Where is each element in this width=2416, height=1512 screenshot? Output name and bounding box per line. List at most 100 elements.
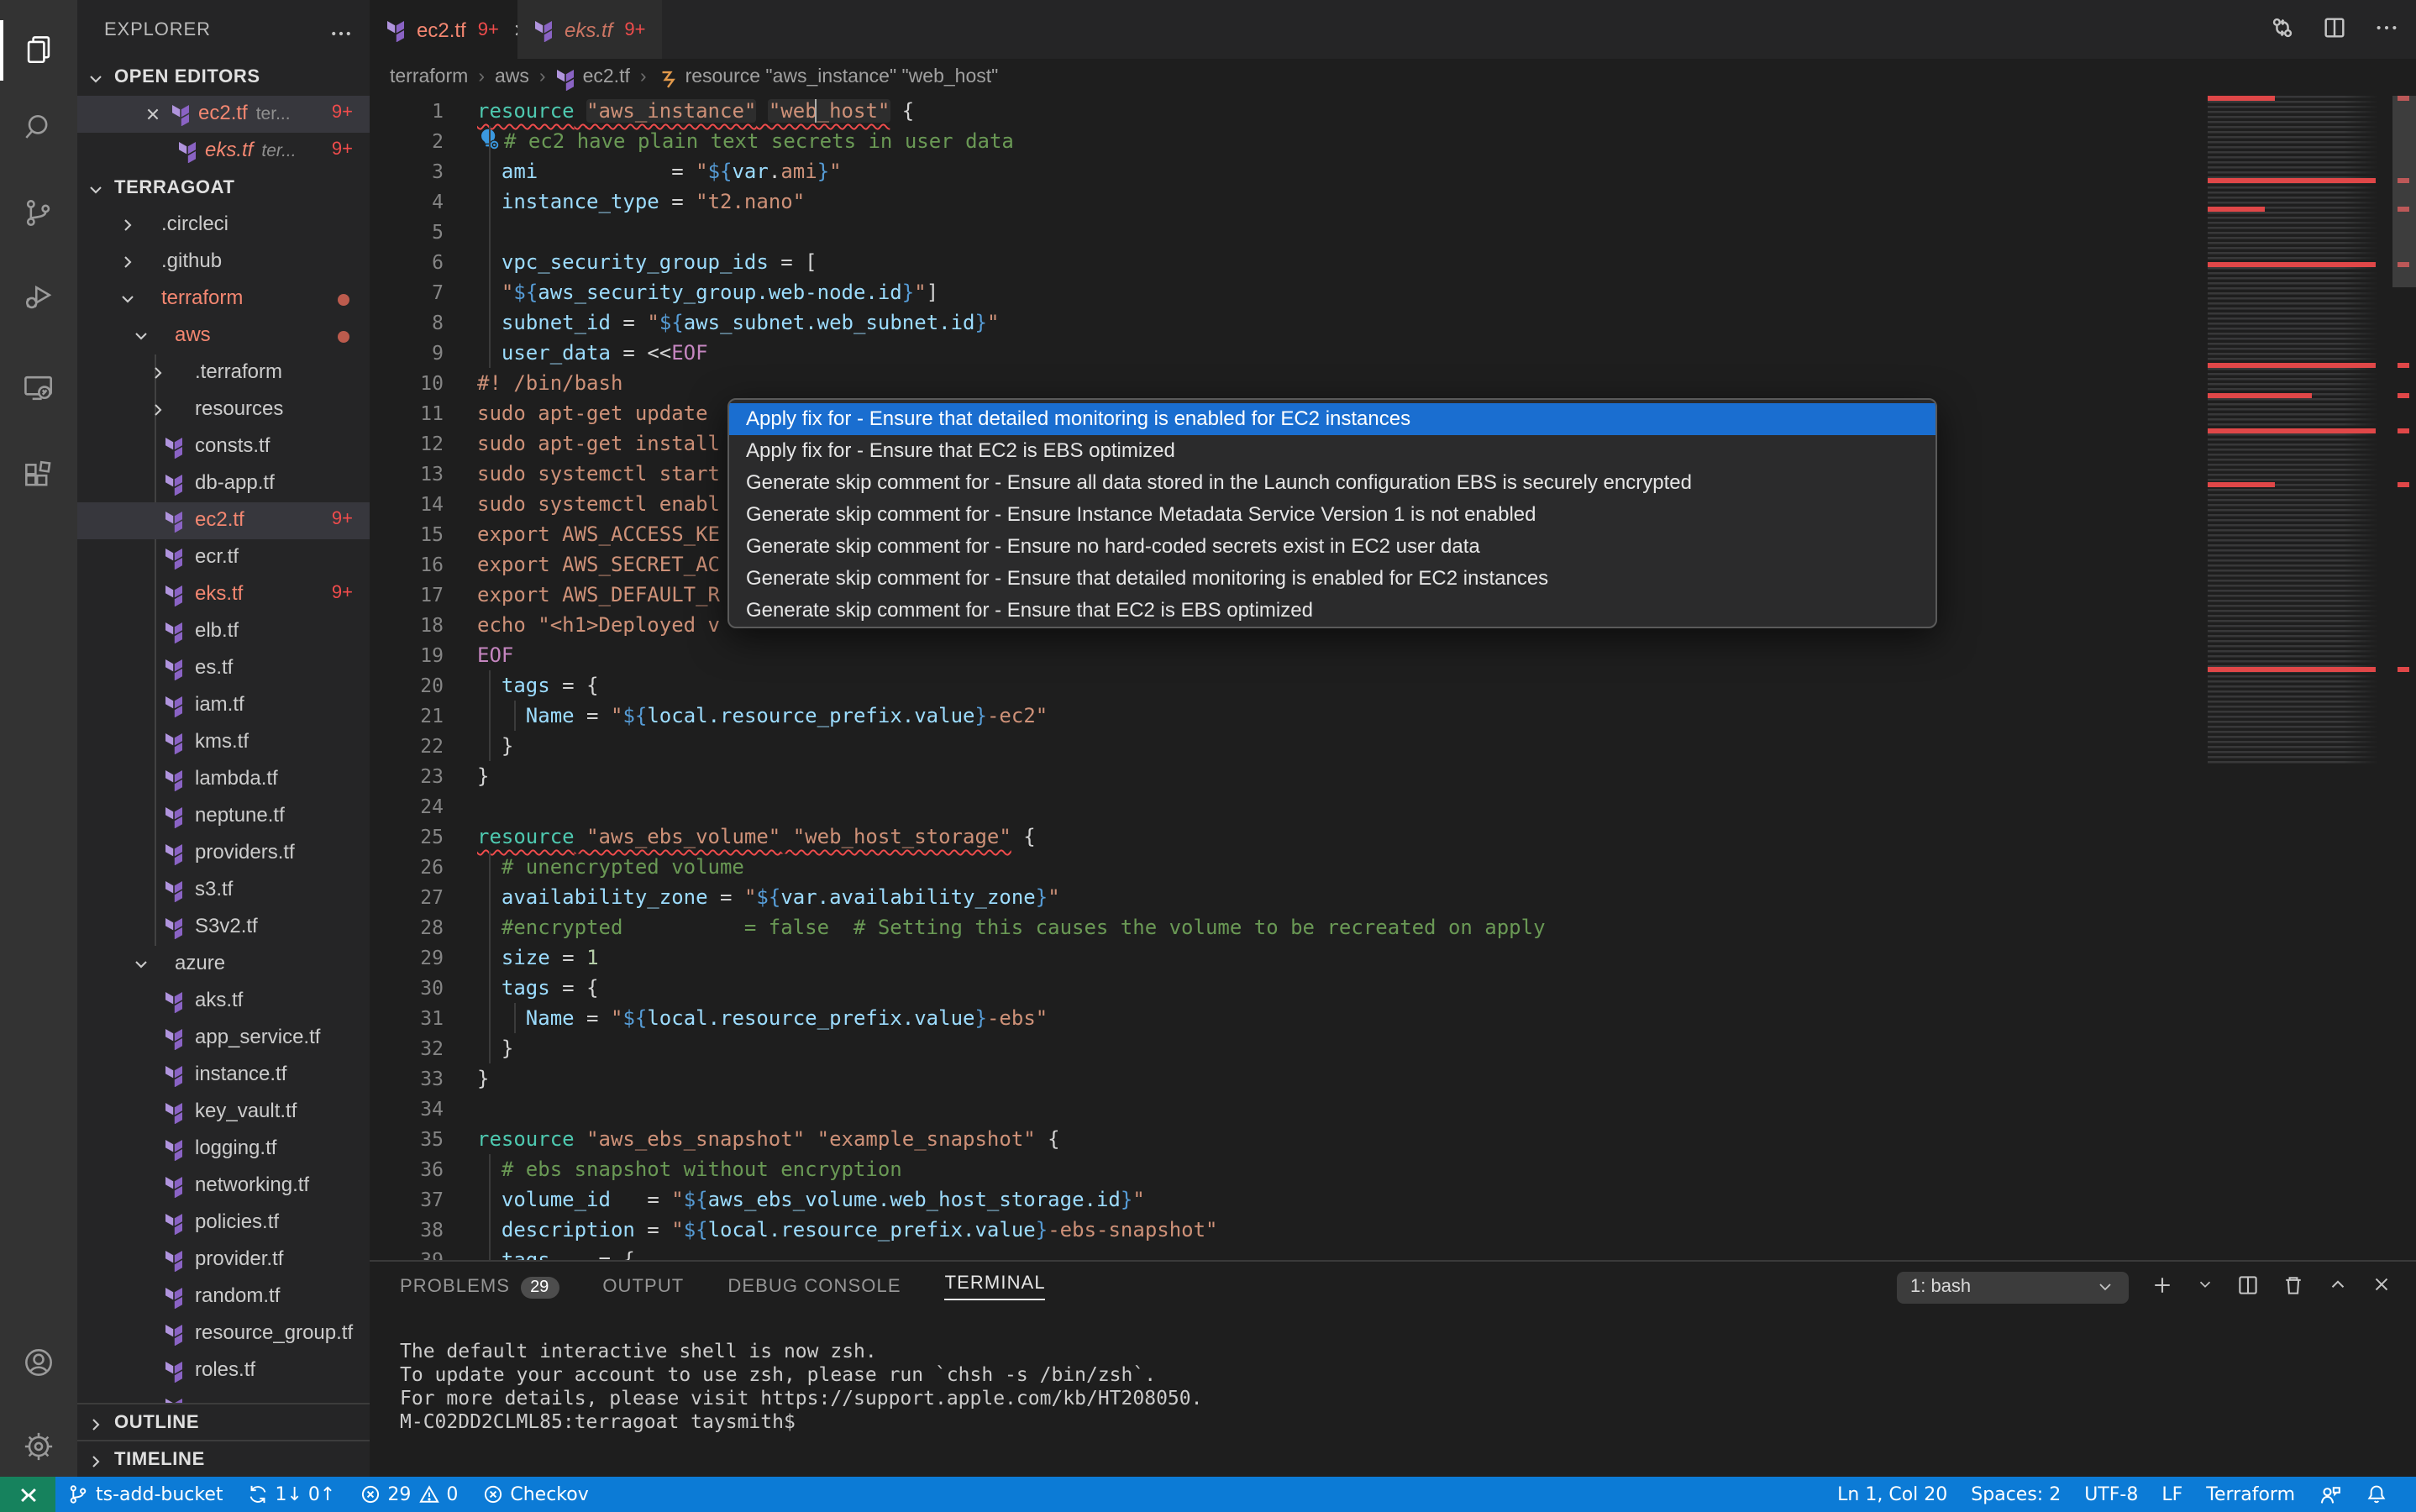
quick-fix-item[interactable]: Apply fix for - Ensure that detailed mon… [729, 403, 1935, 435]
tree-item-elb.tf[interactable]: elb.tf [77, 613, 370, 650]
tree-item-s3.tf[interactable]: s3.tf [77, 872, 370, 909]
kill-terminal-icon[interactable] [2282, 1273, 2305, 1301]
explorer-icon[interactable] [0, 12, 77, 89]
more-actions-icon[interactable] [329, 22, 353, 50]
chevron-right-icon [148, 363, 168, 388]
status-problems-summary[interactable]: 290 [347, 1477, 470, 1512]
maximize-panel-icon[interactable] [2327, 1273, 2349, 1300]
tree-item-eks.tf[interactable]: eks.tf9+ [77, 576, 370, 613]
quick-fix-item[interactable]: Apply fix for - Ensure that EC2 is EBS o… [729, 435, 1935, 467]
minimap[interactable] [2201, 96, 2392, 1260]
status-remote-indicator[interactable] [0, 1477, 55, 1512]
status-feedback[interactable] [2307, 1477, 2354, 1512]
tree-item-.circleci[interactable]: .circleci [77, 207, 370, 244]
status-encoding[interactable]: UTF-8 [2072, 1477, 2150, 1512]
status-sync-status[interactable]: 1↓ 0↑ [235, 1477, 348, 1512]
breadcrumb[interactable]: terraform›aws›ec2.tf›resource "aws_insta… [370, 59, 2416, 96]
tree-item-terraform[interactable]: terraform [77, 281, 370, 318]
project-section-header[interactable]: TERRAGOAT [77, 170, 370, 207]
tree-item-S3v2.tf[interactable]: S3v2.tf [77, 909, 370, 946]
new-terminal-icon[interactable] [2151, 1273, 2174, 1301]
explorer-sidebar: EXPLORER OPEN EDITORS ec2.tfter...9+eks.… [77, 0, 370, 1512]
compare-changes-icon[interactable] [2270, 14, 2295, 45]
tree-item-resources[interactable]: resources [77, 391, 370, 428]
account-icon[interactable] [0, 1324, 77, 1401]
quick-fix-item[interactable]: Generate skip comment for - Ensure all d… [729, 467, 1935, 499]
tree-item-instance.tf[interactable]: instance.tf [77, 1057, 370, 1094]
panel-tab-problems[interactable]: PROBLEMS29 [400, 1276, 559, 1298]
extensions-icon[interactable] [0, 438, 77, 516]
tree-item-networking.tf[interactable]: networking.tf [77, 1168, 370, 1205]
remote-explorer-icon[interactable] [0, 349, 77, 427]
breadcrumb-segment[interactable]: terraform [390, 67, 468, 87]
tree-item-logging.tf[interactable]: logging.tf [77, 1131, 370, 1168]
chevron-down-icon [118, 289, 138, 314]
source-control-icon[interactable] [0, 175, 77, 252]
tree-item-provider.tf[interactable]: provider.tf [77, 1242, 370, 1278]
status-indentation[interactable]: Spaces: 2 [1959, 1477, 2072, 1512]
tree-item-iam.tf[interactable]: iam.tf [77, 687, 370, 724]
quick-fix-item[interactable]: Generate skip comment for - Ensure that … [729, 563, 1935, 595]
code-editor[interactable]: 1resource "aws_instance" "web_host" {2# … [370, 96, 2416, 1260]
quick-fix-item[interactable]: Generate skip comment for - Ensure no ha… [729, 531, 1935, 563]
tree-item-policies.tf[interactable]: policies.tf [77, 1205, 370, 1242]
breadcrumb-segment[interactable]: ec2.tf [556, 66, 630, 89]
tree-item-app_service.tf[interactable]: app_service.tf [77, 1020, 370, 1057]
more-actions-icon[interactable] [2374, 14, 2399, 45]
panel-tab-label: PROBLEMS [400, 1277, 510, 1297]
tree-item-.github[interactable]: .github [77, 244, 370, 281]
panel-tab-output[interactable]: OUTPUT [602, 1277, 684, 1297]
terraform-file-icon [165, 879, 185, 907]
run-debug-icon[interactable] [0, 259, 77, 336]
quick-fix-item[interactable]: Generate skip comment for - Ensure that … [729, 595, 1935, 627]
tree-item-ec2.tf[interactable]: ec2.tf9+ [77, 502, 370, 539]
tree-item-resource_group.tf[interactable]: resource_group.tf [77, 1315, 370, 1352]
tree-item-es.tf[interactable]: es.tf [77, 650, 370, 687]
terminal-shell-select[interactable]: 1: bash [1897, 1271, 2129, 1303]
line-number: 35 [370, 1124, 477, 1154]
tree-item-neptune.tf[interactable]: neptune.tf [77, 798, 370, 835]
breadcrumb-segment[interactable]: aws [495, 67, 529, 87]
status-language-mode[interactable]: Terraform [2194, 1477, 2307, 1512]
terminal-output[interactable]: The default interactive shell is now zsh… [370, 1312, 2416, 1433]
close-panel-icon[interactable] [2371, 1273, 2392, 1300]
panel-tab-debug-console[interactable]: DEBUG CONSOLE [727, 1277, 901, 1297]
breadcrumb-segment[interactable]: resource "aws_instance" "web_host" [657, 66, 999, 88]
status-git-branch[interactable]: ts-add-bucket [55, 1477, 235, 1512]
outline-section-header[interactable]: OUTLINE [77, 1403, 370, 1441]
tree-item-db-app.tf[interactable]: db-app.tf [77, 465, 370, 502]
timeline-section-header[interactable]: TIMELINE [77, 1440, 370, 1478]
tree-item-azure[interactable]: azure [77, 946, 370, 983]
tree-item-random.tf[interactable]: random.tf [77, 1278, 370, 1315]
status-eol[interactable]: LF [2150, 1477, 2194, 1512]
open-editor-ec2.tf[interactable]: ec2.tfter...9+ [77, 96, 370, 133]
status-checkov[interactable]: Checkov [470, 1477, 600, 1512]
tree-item-aks.tf[interactable]: aks.tf [77, 983, 370, 1020]
split-terminal-icon[interactable] [2236, 1273, 2260, 1301]
tree-item-lambda.tf[interactable]: lambda.tf [77, 761, 370, 798]
tree-item-kms.tf[interactable]: kms.tf [77, 724, 370, 761]
open-editors-section-header[interactable]: OPEN EDITORS [77, 59, 370, 96]
split-editor-icon[interactable] [2322, 14, 2347, 45]
tree-item-key_vault.tf[interactable]: key_vault.tf [77, 1094, 370, 1131]
search-icon[interactable] [0, 89, 77, 166]
tree-item-consts.tf[interactable]: consts.tf [77, 428, 370, 465]
terraform-file-icon [386, 18, 407, 41]
chevron-down-icon[interactable] [2196, 1275, 2214, 1299]
line-number: 16 [370, 549, 477, 580]
tree-item-aws[interactable]: aws [77, 318, 370, 354]
panel-tab-bar: PROBLEMS29 OUTPUT DEBUG CONSOLE TERMINAL 1:… [370, 1262, 2416, 1312]
close-icon[interactable] [144, 104, 161, 128]
tree-item-roles.tf[interactable]: roles.tf [77, 1352, 370, 1389]
tree-item-.terraform[interactable]: .terraform [77, 354, 370, 391]
open-editor-eks.tf[interactable]: eks.tfter...9+ [77, 133, 370, 170]
tree-item-ecr.tf[interactable]: ecr.tf [77, 539, 370, 576]
tree-item-providers.tf[interactable]: providers.tf [77, 835, 370, 872]
status-notifications[interactable] [2354, 1477, 2399, 1512]
panel-tab-terminal[interactable]: TERMINAL [945, 1273, 1046, 1300]
tab-eks.tf[interactable]: eks.tf9+ [517, 0, 664, 59]
scrollbar[interactable] [2392, 96, 2416, 287]
settings-gear-icon[interactable] [0, 1408, 77, 1485]
status-cursor-position[interactable]: Ln 1, Col 20 [1825, 1477, 1959, 1512]
quick-fix-item[interactable]: Generate skip comment for - Ensure Insta… [729, 499, 1935, 531]
